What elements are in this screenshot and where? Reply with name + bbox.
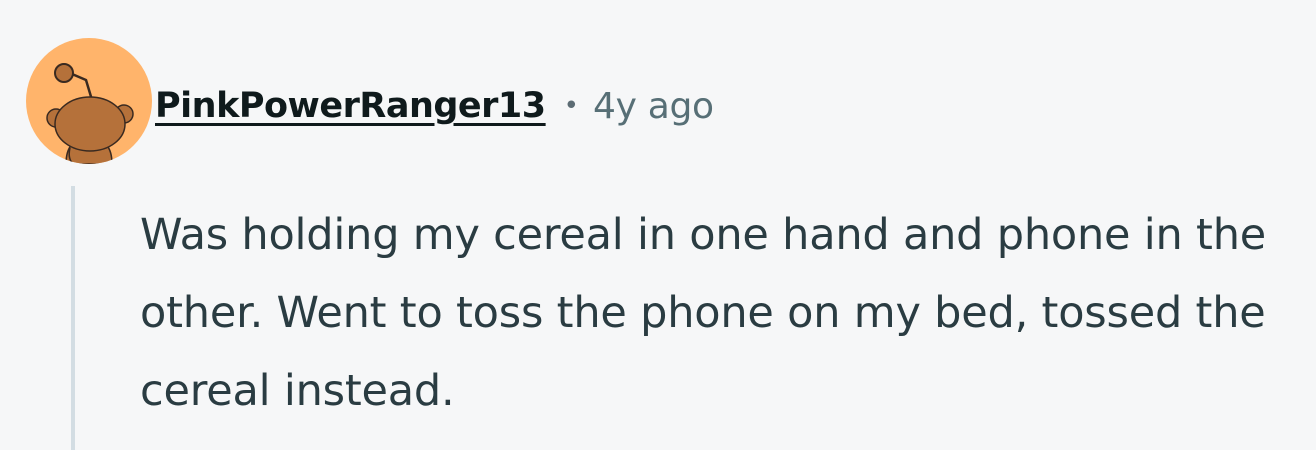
comment-body-text: Was holding my cereal in one hand and ph… — [140, 210, 1267, 416]
thread-collapse-line[interactable] — [71, 186, 75, 450]
snoo-avatar-icon — [46, 63, 134, 164]
author-username-link[interactable]: PinkPowerRanger13 — [155, 86, 546, 126]
user-avatar[interactable] — [26, 38, 152, 164]
comment-timestamp[interactable]: 4y ago — [593, 86, 714, 127]
comment-header: PinkPowerRanger13 • 4y ago — [155, 78, 714, 134]
meta-separator: • — [563, 91, 579, 121]
